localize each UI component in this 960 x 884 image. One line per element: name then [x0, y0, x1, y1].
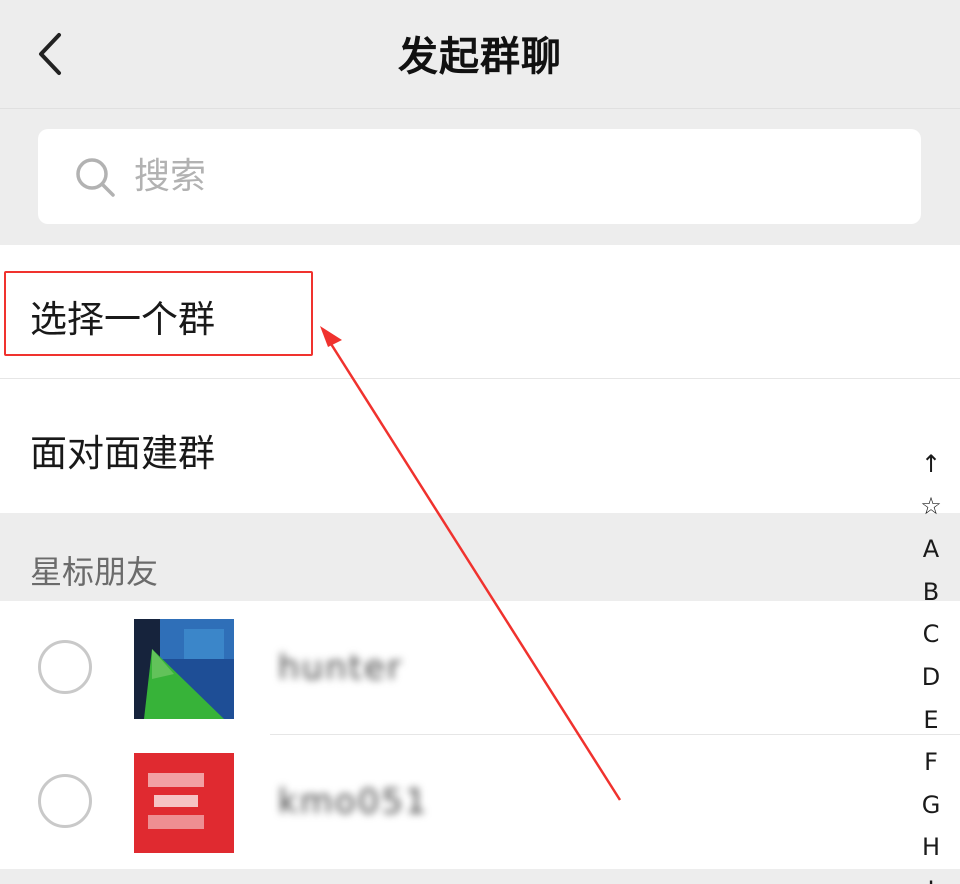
contact-row[interactable]: hunter	[0, 601, 960, 735]
index-item[interactable]: D	[906, 663, 956, 691]
search-box[interactable]	[38, 129, 921, 224]
face-to-face-group-item[interactable]: 面对面建群	[0, 379, 960, 512]
contact-name: kmo051	[278, 782, 429, 822]
index-item[interactable]: ☆	[906, 492, 956, 520]
page-title: 发起群聊	[398, 34, 562, 80]
face-to-face-group-label: 面对面建群	[30, 432, 215, 475]
index-item[interactable]: E	[906, 706, 956, 734]
avatar-image	[134, 753, 234, 853]
alphabet-index-bar[interactable]: ↑ ☆ A B C D E F G H I	[906, 440, 960, 884]
select-radio[interactable]	[38, 774, 92, 828]
select-radio[interactable]	[38, 640, 92, 694]
index-item[interactable]: ↑	[906, 450, 956, 478]
index-item[interactable]: I	[906, 876, 956, 884]
section-header-label: 星标朋友	[30, 553, 159, 591]
avatar-image	[134, 619, 234, 719]
index-item[interactable]: H	[906, 833, 956, 861]
contact-name: hunter	[278, 648, 403, 688]
index-item[interactable]: A	[906, 535, 956, 563]
contact-row[interactable]: kmo051	[0, 735, 960, 868]
nav-bar: 发起群聊	[0, 0, 960, 109]
index-item[interactable]: F	[906, 748, 956, 776]
index-item[interactable]: G	[906, 791, 956, 819]
select-group-item[interactable]: 选择一个群	[0, 245, 960, 379]
index-item[interactable]: C	[906, 620, 956, 648]
avatar	[134, 753, 234, 853]
section-header-starred: 星标朋友	[0, 513, 960, 601]
contact-list: hunter kmo051	[0, 601, 960, 869]
search-area	[0, 109, 960, 245]
index-item[interactable]: B	[906, 578, 956, 606]
avatar	[134, 619, 234, 719]
search-input[interactable]	[134, 129, 894, 224]
group-options-list: 选择一个群 面对面建群	[0, 245, 960, 513]
select-group-label: 选择一个群	[30, 298, 215, 341]
search-icon	[76, 158, 115, 197]
bottom-strip	[0, 869, 960, 884]
